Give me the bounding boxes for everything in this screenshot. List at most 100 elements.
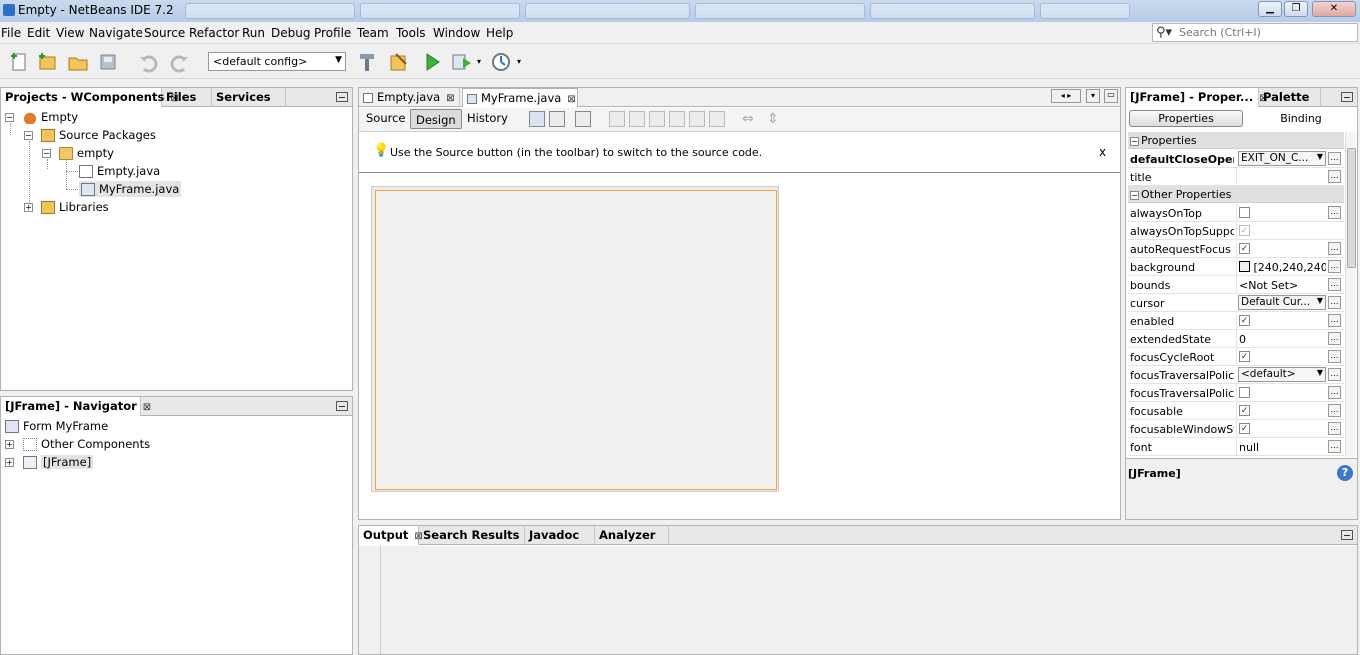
design-mode-button[interactable]: Design <box>410 109 462 129</box>
nav-item-jframe[interactable]: [JFrame] <box>23 455 94 469</box>
tab-files[interactable]: Files <box>162 88 212 107</box>
background-window-tab[interactable] <box>1040 3 1130 19</box>
prop-value[interactable]: ✓ <box>1236 348 1326 365</box>
prop-combo[interactable]: Default Cur... ▼ <box>1238 295 1326 310</box>
nav-item-other-components[interactable]: Other Components <box>23 437 150 451</box>
menu-run[interactable]: Run <box>242 26 265 40</box>
maximize-window-button[interactable]: ❐ <box>1284 1 1308 17</box>
ellipsis-button[interactable]: … <box>1328 242 1341 255</box>
background-window-tab[interactable] <box>870 3 1035 19</box>
prop-row-focustraversalpolicyprovider[interactable]: focusTraversalPolicyP… <box>1128 384 1344 402</box>
checkbox-checked[interactable]: ✓ <box>1239 351 1250 362</box>
save-all-icon[interactable] <box>98 51 120 73</box>
tree-expander[interactable]: + <box>5 440 14 449</box>
tree-item-source-packages[interactable]: Source Packages <box>41 128 156 142</box>
prop-row-defaultcloseoperation[interactable]: defaultCloseOperatEXIT_ON_C...▼… <box>1128 150 1344 168</box>
align-bottom-icon[interactable] <box>689 111 705 127</box>
new-file-icon[interactable] <box>8 51 30 73</box>
prop-value[interactable]: null <box>1236 438 1326 455</box>
align-top-icon[interactable] <box>669 111 685 127</box>
prop-row-cursor[interactable]: cursor Default Cur... ▼… <box>1128 294 1344 312</box>
prop-row-focusablewindowstate[interactable]: focusableWindowStat✓… <box>1128 420 1344 438</box>
run-project-icon[interactable] <box>421 51 443 73</box>
checkbox-checked[interactable]: ✓ <box>1239 243 1250 254</box>
prop-value[interactable]: ✓ <box>1236 312 1326 329</box>
checkbox-checked[interactable]: ✓ <box>1239 405 1250 416</box>
ellipsis-button[interactable]: … <box>1328 206 1341 219</box>
align-right-icon[interactable] <box>629 111 645 127</box>
jframe-form[interactable] <box>375 190 777 490</box>
prop-row-focusable[interactable]: focusable ✓… <box>1128 402 1344 420</box>
checkbox-checked[interactable]: ✓ <box>1239 423 1250 434</box>
prop-value[interactable]: ✓ <box>1236 402 1326 419</box>
close-icon[interactable]: ⊠ <box>446 93 454 104</box>
menu-edit[interactable]: Edit <box>27 26 50 40</box>
properties-subtab[interactable]: Properties <box>1129 110 1243 127</box>
ellipsis-button[interactable]: … <box>1328 332 1341 345</box>
prop-value[interactable]: ✓ <box>1236 420 1326 437</box>
prop-row-autorequestfocus[interactable]: autoRequestFocus ✓… <box>1128 240 1344 258</box>
clean-build-icon[interactable] <box>388 51 410 73</box>
prop-value[interactable] <box>1236 384 1326 401</box>
debug-project-icon[interactable] <box>451 51 473 73</box>
tree-item-package-empty[interactable]: empty <box>59 146 114 160</box>
open-project-icon[interactable] <box>67 51 89 73</box>
menu-window[interactable]: Window <box>433 26 480 40</box>
menu-file[interactable]: File <box>1 26 21 40</box>
menu-source[interactable]: Source <box>144 26 185 40</box>
prop-value[interactable]: 0 <box>1236 330 1326 347</box>
ellipsis-button[interactable]: … <box>1328 350 1341 363</box>
tree-item-project-empty[interactable]: Empty <box>23 110 78 124</box>
menu-view[interactable]: View <box>56 26 84 40</box>
prop-row-focustraversalpolicy[interactable]: focusTraversalPolicy <default> ▼… <box>1128 366 1344 384</box>
tab-navigator[interactable]: [JFrame] - Navigator ⊠ <box>1 397 151 416</box>
new-project-icon[interactable] <box>36 51 58 73</box>
scrollbar-thumb[interactable] <box>1347 148 1356 268</box>
tree-expander[interactable]: − <box>42 149 51 158</box>
nav-item-form[interactable]: Form MyFrame <box>5 419 108 433</box>
prop-value[interactable]: <Not Set> <box>1236 276 1326 293</box>
checkbox-checked[interactable]: ✓ <box>1239 315 1250 326</box>
minimize-panel-button[interactable] <box>1341 92 1353 102</box>
tree-expander[interactable]: − <box>5 113 14 122</box>
checkbox[interactable] <box>1239 387 1250 398</box>
redo-icon[interactable] <box>168 51 190 73</box>
source-mode-button[interactable]: Source <box>361 108 411 128</box>
ellipsis-button[interactable]: … <box>1328 152 1341 165</box>
ellipsis-button[interactable]: … <box>1328 314 1341 327</box>
center-vertically-icon[interactable] <box>709 111 725 127</box>
section-other-properties[interactable]: − Other Properties <box>1128 186 1344 203</box>
tree-item-myframe-java[interactable]: MyFrame.java <box>79 181 182 197</box>
tree-expander[interactable]: + <box>24 203 33 212</box>
prop-row-enabled[interactable]: enabled ✓… <box>1128 312 1344 330</box>
maximize-editor-button[interactable]: ▭ <box>1104 89 1118 103</box>
prop-row-alwaysontopsupported[interactable]: alwaysOnTopSupport ✓ <box>1128 222 1344 240</box>
menu-help[interactable]: Help <box>486 26 513 40</box>
ellipsis-button[interactable]: … <box>1328 368 1341 381</box>
selection-mode-icon[interactable] <box>529 111 545 127</box>
prop-combo[interactable]: <default> ▼ <box>1238 367 1326 382</box>
ellipsis-button[interactable]: … <box>1328 296 1341 309</box>
tree-expander[interactable]: − <box>24 131 33 140</box>
align-left-icon[interactable] <box>609 111 625 127</box>
section-properties[interactable]: − Properties <box>1128 132 1344 149</box>
ellipsis-button[interactable]: … <box>1328 422 1341 435</box>
prop-value[interactable]: ✓ <box>1236 240 1326 257</box>
profile-dropdown-arrow[interactable]: ▾ <box>517 57 521 66</box>
background-window-tab[interactable] <box>360 3 520 19</box>
background-window-tab[interactable] <box>185 3 355 19</box>
tab-search-results[interactable]: Search Results <box>419 526 525 545</box>
close-icon[interactable]: ⊠ <box>567 94 575 105</box>
ellipsis-button[interactable]: … <box>1328 278 1341 291</box>
tab-empty-java[interactable]: Empty.java ⊠ <box>359 88 460 107</box>
resize-horizontal-icon[interactable]: ⇔ <box>742 111 754 127</box>
search-icon[interactable]: ⚲▾ <box>1156 25 1172 40</box>
tab-projects[interactable]: Projects - WComponents ⊠ <box>1 88 179 107</box>
resize-vertical-icon[interactable]: ⇕ <box>767 111 779 127</box>
checkbox[interactable] <box>1239 207 1250 218</box>
tab-analyzer[interactable]: Analyzer <box>595 526 669 545</box>
ellipsis-button[interactable]: … <box>1328 440 1341 453</box>
output-content[interactable] <box>381 546 1357 654</box>
minimize-panel-button[interactable] <box>336 92 348 102</box>
minimize-window-button[interactable]: ▁ <box>1258 1 1282 17</box>
